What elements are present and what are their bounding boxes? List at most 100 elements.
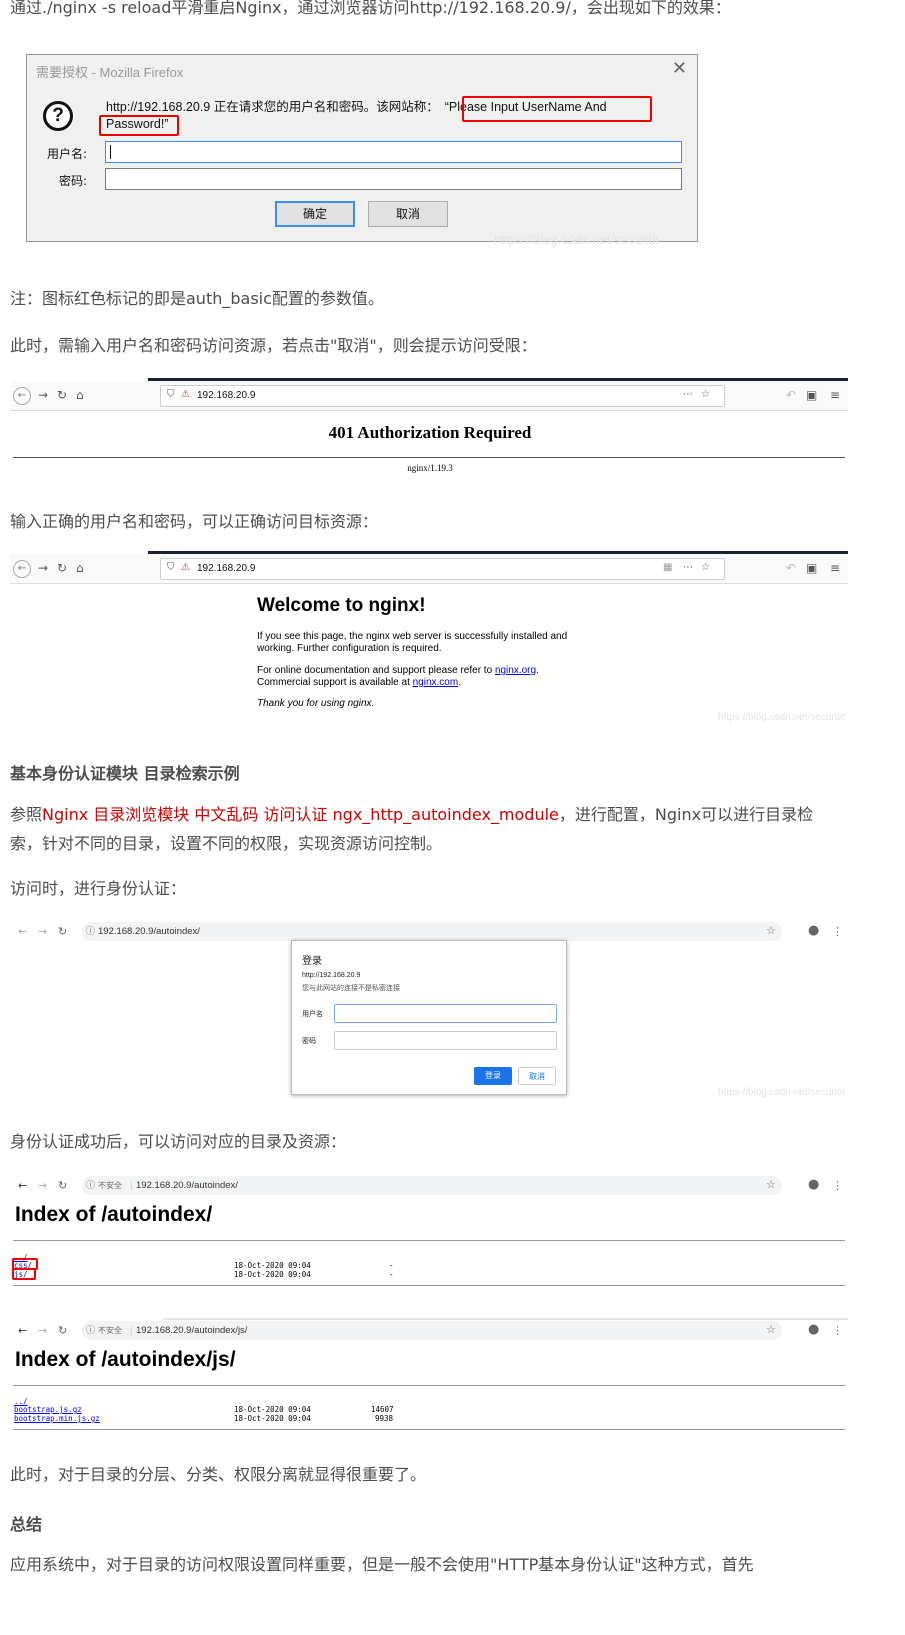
cancel-button[interactable]: 取消 [368, 201, 448, 227]
shield-icon: ⛉ [167, 389, 175, 400]
note-text: 注：图标红色标记的即是auth_basic配置的参数值。 [10, 289, 384, 308]
back-icon[interactable]: ← [18, 1179, 27, 1192]
menu-icon[interactable]: ⋮ [832, 925, 843, 938]
info-icon: ⓘ [86, 1326, 96, 1336]
chrome-toolbar: ← → ↻ ⓘ 192.168.20.9/autoindex/ ☆ ● ⋮ [10, 922, 848, 942]
account-icon[interactable]: ● [808, 923, 819, 938]
url-text: 192.168.20.9 [197, 563, 256, 574]
insecure-label: 不安全 [98, 1326, 122, 1335]
welcome-line-1: If you see this page, the nginx web serv… [257, 631, 568, 642]
ok-button[interactable]: 确定 [275, 201, 355, 227]
qr-code-icon[interactable]: ▦ [663, 562, 672, 573]
watermark: https://blog.csdn.net/securitit [718, 1087, 845, 1098]
divider [13, 1285, 845, 1286]
info-icon: ⓘ [86, 1181, 96, 1191]
reload-icon[interactable]: ↻ [58, 1324, 67, 1337]
menu-icon[interactable]: ≡ [830, 561, 840, 575]
password-field[interactable] [105, 168, 682, 190]
login-username-field[interactable] [334, 1004, 557, 1023]
divider [13, 1240, 845, 1241]
reload-icon[interactable]: ↻ [58, 925, 67, 938]
password-label: 密码: [58, 174, 87, 188]
watermark: https://blog.csdn.net/securitit [494, 232, 659, 247]
correct-text: 输入正确的用户名和密码，可以正确访问目标资源： [10, 512, 379, 531]
bookmark-star-icon[interactable]: ☆ [701, 389, 710, 400]
insecure-lock-icon: ⚠ [181, 562, 190, 573]
username-field[interactable] [105, 141, 682, 163]
menu-icon[interactable]: ⋮ [832, 1179, 843, 1192]
divider [13, 457, 845, 458]
firefox-auth-dialog: 需要授权 - Mozilla Firefox ✕ ? http://192.16… [26, 54, 698, 242]
bookmark-star-icon[interactable]: ☆ [766, 924, 776, 937]
question-icon: ? [43, 101, 73, 131]
forward-icon[interactable]: → [38, 1179, 47, 1192]
nginx-org-link[interactable]: nginx.org [495, 665, 536, 676]
highlight-box [12, 1268, 36, 1280]
file-link[interactable]: bootstrap.min.js.gz [14, 1414, 100, 1423]
page-title: 401 Authorization Required [328, 423, 532, 442]
forward-icon[interactable]: → [38, 1324, 47, 1337]
section-heading: 基本身份认证模块 目录检索示例 [10, 764, 240, 783]
menu-icon[interactable]: ⋮ [832, 1324, 843, 1337]
library-icon[interactable]: ▣ [806, 561, 817, 575]
url-bar[interactable]: ⓘ 不安全 | 192.168.20.9/autoindex/js/ ☆ [82, 1321, 782, 1340]
index-title: Index of /autoindex/ [15, 1203, 213, 1226]
chrome-toolbar-2: ← → ↻ ⓘ 不安全 | 192.168.20.9/autoindex/ ☆ … [10, 1176, 848, 1196]
reload-icon[interactable]: ↻ [58, 1179, 67, 1192]
chrome-toolbar-3: ← → ↻ ⓘ 不安全 | 192.168.20.9/autoindex/js/… [10, 1321, 848, 1341]
library-icon[interactable]: ▣ [806, 388, 817, 402]
more-icon[interactable]: ⋯ [683, 562, 693, 573]
server-footer: nginx/1.19.3 [407, 463, 453, 473]
login-cancel-button[interactable]: 取消 [518, 1067, 556, 1085]
url-bar[interactable]: ⛉ ⚠ 192.168.20.9 ⋯ ☆ [160, 385, 725, 407]
back-icon[interactable]: ← [13, 387, 31, 405]
ref-text: 参照Nginx 目录浏览模块 中文乱码 访问认证 ngx_http_autoin… [10, 805, 814, 824]
url-bar[interactable]: ⓘ 192.168.20.9/autoindex/ ☆ [82, 922, 782, 941]
reload-icon[interactable]: ↻ [57, 561, 67, 575]
realm-highlight-box-2 [99, 115, 179, 136]
url-text: 192.168.20.9/autoindex/ [98, 926, 200, 937]
login-username-label: 用户名 [302, 1010, 323, 1018]
browser-toolbar: ← → ↻ ⌂ ⛉ ⚠ 192.168.20.9 ⋯ ☆ ↶ ▣ ≡ [10, 381, 848, 411]
bookmark-star-icon[interactable]: ☆ [766, 1178, 776, 1191]
css-dir-date: 18-Oct-2020 09:04 [234, 1261, 311, 1270]
bookmark-star-icon[interactable]: ☆ [766, 1323, 776, 1336]
bookmark-star-icon[interactable]: ☆ [701, 562, 710, 573]
url-text: 192.168.20.9 [197, 390, 256, 401]
auth-message-host: http://192.168.20.9 正在请求您的用户名和密码。该网站称： [106, 100, 439, 114]
success-text: 身份认证成功后，可以访问对应的目录及资源： [10, 1132, 347, 1151]
ref-text-line2: 索，针对不同的目录，设置不同的权限，实现资源访问控制。 [10, 834, 443, 853]
realm-highlight-box [462, 96, 652, 122]
login-password-field[interactable] [334, 1031, 557, 1050]
login-submit-button[interactable]: 登录 [474, 1067, 512, 1085]
forward-icon[interactable]: → [38, 925, 47, 938]
forward-icon[interactable]: → [38, 561, 48, 575]
file-link[interactable]: bootstrap.js.gz [14, 1405, 82, 1414]
back-icon[interactable]: ← [18, 1324, 27, 1337]
chrome-login-dialog: 登录 http://192.168.20.9 您与此网站的连接不是私密连接 用户… [291, 940, 567, 1095]
home-icon[interactable]: ⌂ [76, 388, 84, 402]
welcome-line-2: working. Further configuration is requir… [257, 643, 442, 654]
insecure-label: 不安全 [98, 1181, 122, 1190]
file-date: 18-Oct-2020 09:04 [234, 1405, 311, 1414]
more-icon[interactable]: ⋯ [683, 389, 693, 400]
forward-icon[interactable]: → [38, 388, 48, 402]
account-icon[interactable]: ● [808, 1177, 819, 1192]
cancel-text: 此时，需输入用户名和密码访问资源，若点击"取消"，则会提示访问受限： [10, 336, 537, 355]
undo-icon[interactable]: ↶ [786, 388, 796, 402]
url-bar[interactable]: ⓘ 不安全 | 192.168.20.9/autoindex/ ☆ [82, 1176, 782, 1195]
home-icon[interactable]: ⌂ [76, 561, 84, 575]
tab-strip-3 [163, 1318, 848, 1320]
close-icon[interactable]: ✕ [672, 58, 687, 79]
back-icon[interactable]: ← [13, 560, 31, 578]
ref-link[interactable]: Nginx 目录浏览模块 中文乱码 访问认证 ngx_http_autoinde… [42, 805, 559, 824]
nginx-com-link[interactable]: nginx.com [413, 677, 459, 688]
divider [13, 1429, 845, 1430]
back-icon[interactable]: ← [18, 925, 27, 938]
menu-icon[interactable]: ≡ [830, 388, 840, 402]
undo-icon[interactable]: ↶ [786, 561, 796, 575]
reload-icon[interactable]: ↻ [57, 388, 67, 402]
account-icon[interactable]: ● [808, 1322, 819, 1337]
dialog-title: 需要授权 - Mozilla Firefox [36, 65, 184, 80]
url-bar-2[interactable]: ⛉ ⚠ 192.168.20.9 ▦ ⋯ ☆ [160, 558, 725, 580]
